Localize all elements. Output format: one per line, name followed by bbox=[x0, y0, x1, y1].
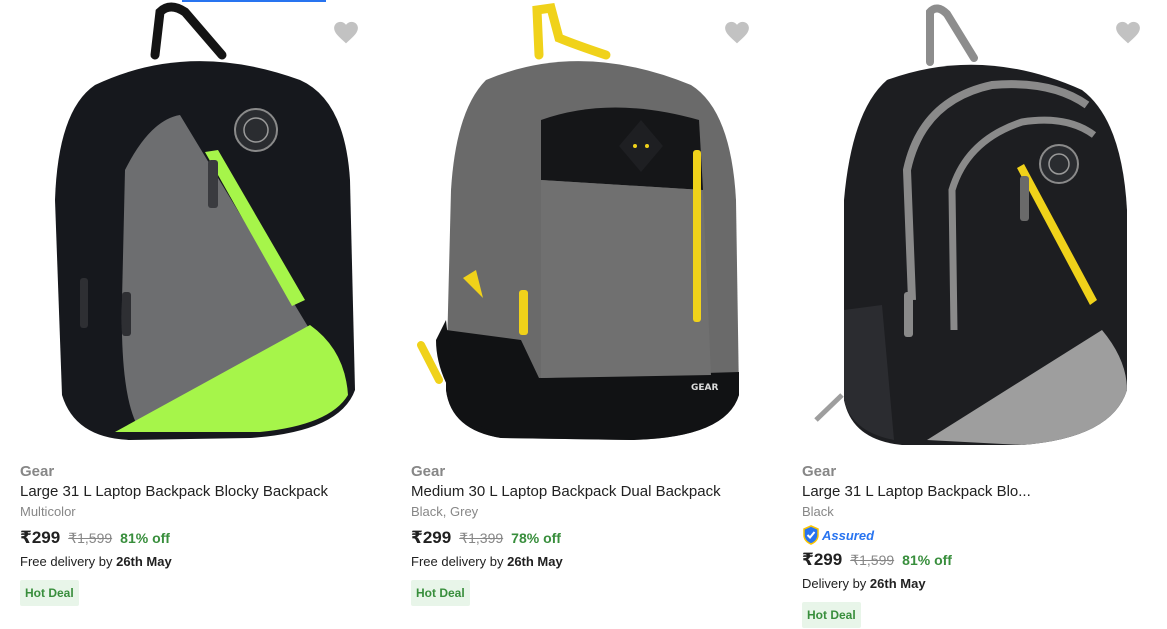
assured-badge: Assured bbox=[802, 524, 1162, 546]
product-mrp: ₹1,599 bbox=[68, 530, 113, 546]
assured-label: Assured bbox=[822, 527, 875, 543]
product-image[interactable] bbox=[782, 0, 1167, 455]
backpack-image-multicolor bbox=[55, 2, 355, 440]
product-image[interactable] bbox=[0, 0, 391, 455]
product-mrp: ₹1,399 bbox=[459, 530, 504, 546]
wishlist-button[interactable] bbox=[1113, 18, 1143, 48]
product-price: ₹299 bbox=[20, 528, 61, 547]
product-card[interactable]: Gear Large 31 L Laptop Backpack Blocky B… bbox=[0, 0, 391, 629]
product-image[interactable]: GEAR bbox=[391, 0, 782, 455]
product-variant: Black bbox=[802, 504, 834, 519]
delivery-prefix: Free delivery by bbox=[411, 554, 508, 569]
product-brand: Gear bbox=[20, 463, 55, 480]
product-variant: Black, Grey bbox=[411, 504, 479, 519]
assured-shield-icon bbox=[803, 525, 819, 545]
delivery-info: Delivery by 26th May bbox=[802, 575, 1162, 593]
product-variant: Multicolor bbox=[20, 504, 76, 519]
backpack-image-black bbox=[814, 4, 1127, 445]
product-grid: Gear Large 31 L Laptop Backpack Blocky B… bbox=[0, 0, 1167, 629]
hot-deal-badge: Hot Deal bbox=[20, 580, 79, 606]
backpack-image-grey: GEAR bbox=[417, 2, 739, 441]
product-price: ₹299 bbox=[411, 528, 452, 547]
product-mrp: ₹1,599 bbox=[850, 552, 895, 568]
product-info: Gear Medium 30 L Laptop Backpack Dual Ba… bbox=[411, 462, 771, 606]
product-title[interactable]: Medium 30 L Laptop Backpack Dual Backpac… bbox=[411, 482, 771, 502]
delivery-info: Free delivery by 26th May bbox=[411, 553, 771, 571]
delivery-date: 26th May bbox=[116, 554, 172, 569]
product-card[interactable]: Gear Large 31 L Laptop Backpack Blo... B… bbox=[782, 0, 1167, 629]
product-title[interactable]: Large 31 L Laptop Backpack Blocky Backpa… bbox=[20, 482, 380, 502]
delivery-info: Free delivery by 26th May bbox=[20, 553, 380, 571]
product-info: Gear Large 31 L Laptop Backpack Blocky B… bbox=[20, 462, 380, 606]
product-discount: 81% off bbox=[120, 530, 170, 546]
svg-text:GEAR: GEAR bbox=[691, 383, 719, 393]
product-brand: Gear bbox=[802, 463, 837, 480]
delivery-date: 26th May bbox=[869, 576, 926, 591]
heart-icon bbox=[332, 20, 360, 46]
price-row: ₹299 ₹1,599 81% off bbox=[20, 527, 380, 549]
heart-icon bbox=[723, 20, 751, 46]
product-discount: 78% off bbox=[511, 530, 561, 546]
wishlist-button[interactable] bbox=[722, 18, 752, 48]
delivery-date: 26th May bbox=[507, 554, 563, 569]
wishlist-button[interactable] bbox=[331, 18, 361, 48]
price-row: ₹299 ₹1,599 81% off bbox=[802, 549, 1162, 571]
product-brand: Gear bbox=[411, 463, 446, 480]
delivery-prefix: Delivery by bbox=[802, 576, 870, 591]
price-row: ₹299 ₹1,399 78% off bbox=[411, 527, 771, 549]
product-card[interactable]: GEAR Gear Medium 30 L Laptop Backpack Du… bbox=[391, 0, 782, 629]
hot-deal-badge: Hot Deal bbox=[802, 602, 861, 628]
product-discount: 81% off bbox=[902, 552, 952, 568]
product-info: Gear Large 31 L Laptop Backpack Blo... B… bbox=[802, 462, 1162, 628]
hot-deal-badge: Hot Deal bbox=[411, 580, 470, 606]
product-title[interactable]: Large 31 L Laptop Backpack Blo... bbox=[802, 482, 1162, 502]
heart-icon bbox=[1114, 20, 1142, 46]
product-price: ₹299 bbox=[802, 550, 843, 569]
delivery-prefix: Free delivery by bbox=[20, 554, 117, 569]
